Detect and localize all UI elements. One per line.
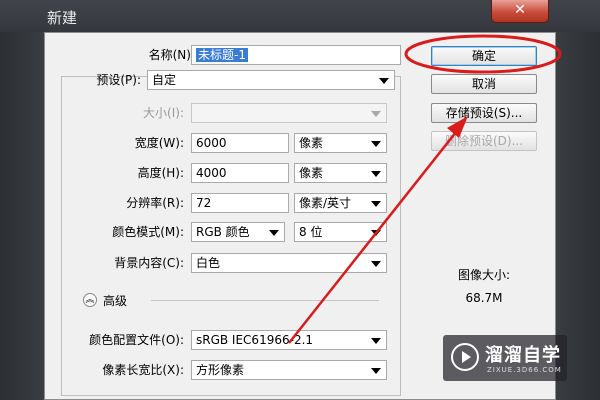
watermark-url: ZIXUE.3D66.COM xyxy=(487,366,562,374)
annotation-arrow-shaft xyxy=(288,121,465,344)
play-logo-icon xyxy=(451,343,479,371)
watermark-brand: 溜溜自学 xyxy=(485,345,561,366)
watermark: 溜溜自学 ZIXUE.3D66.COM xyxy=(443,335,567,381)
annotation-arrow-head xyxy=(447,116,468,138)
annotation-circle xyxy=(404,34,562,74)
